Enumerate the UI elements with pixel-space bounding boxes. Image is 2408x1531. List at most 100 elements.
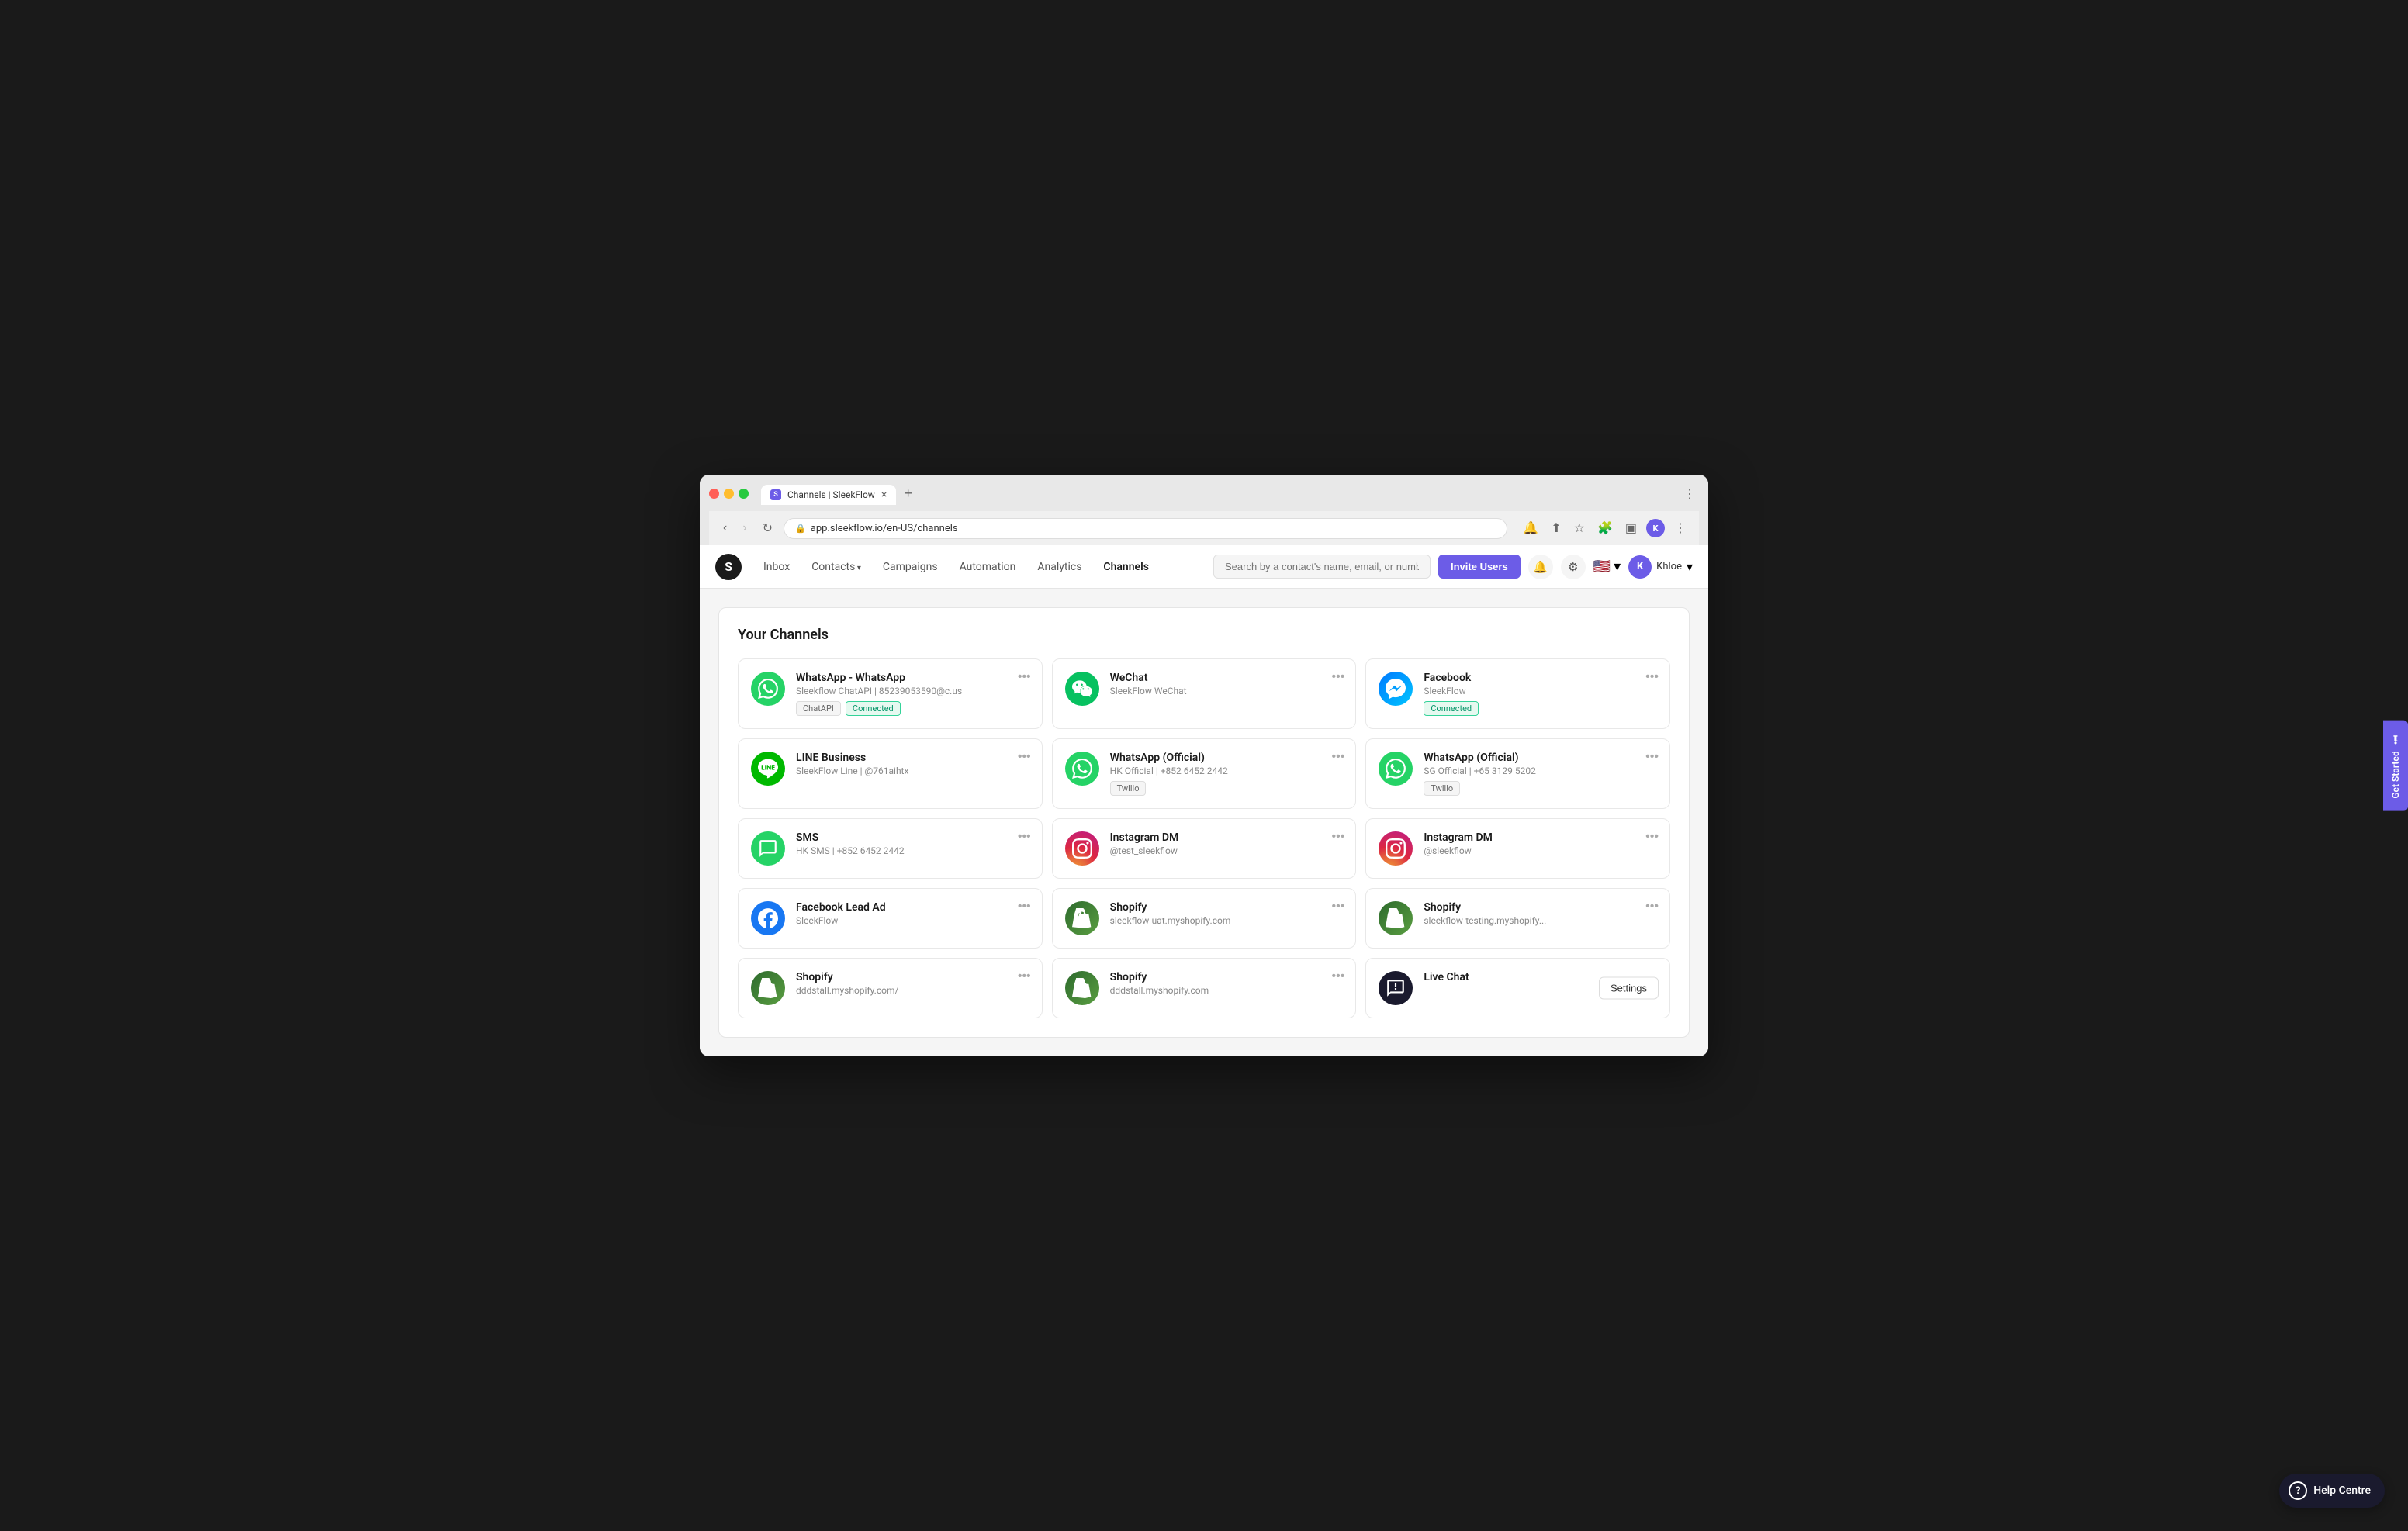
get-started-label: Get Started [2390,751,2401,798]
forward-button[interactable]: › [738,520,751,537]
browser-menu-button[interactable]: ⋮ [1680,483,1699,505]
notifications-icon[interactable]: 🔔 [1520,517,1541,539]
channel-name: SMS [796,831,1029,844]
back-button[interactable]: ‹ [718,520,732,537]
channel-icon-shopify [751,971,785,1005]
user-menu-button[interactable]: K Khloe ▾ [1628,555,1693,579]
chrome-menu-icon[interactable]: ⋮ [1671,517,1690,539]
channel-menu-button[interactable]: ••• [1332,900,1345,914]
get-started-button[interactable]: Get Started ℹ [2383,720,2408,810]
channel-sub: sleekflow-testing.myshopify... [1424,915,1657,926]
notification-bell-button[interactable]: 🔔 [1528,555,1553,579]
channel-info-instagram-sleekflow: Instagram DM @sleekflow [1424,831,1657,861]
search-input[interactable] [1213,555,1431,579]
chrome-user-avatar[interactable]: K [1646,519,1665,537]
channel-badges: Connected [1424,701,1657,716]
maximize-button[interactable] [739,489,749,499]
language-flag-button[interactable]: 🇺🇸 ▾ [1593,558,1621,575]
channel-sub: @sleekflow [1424,845,1657,856]
nav-links: Inbox Contacts Campaigns Automation Anal… [754,555,1213,579]
top-nav: S Inbox Contacts Campaigns Automation An… [700,545,1708,589]
share-icon[interactable]: ⬆ [1548,517,1564,539]
channel-badges: Twilio [1110,781,1344,796]
address-bar[interactable]: 🔒 app.sleekflow.io/en-US/channels [784,518,1507,539]
channel-menu-button[interactable]: ••• [1018,969,1031,983]
badge-connected: Connected [1424,701,1479,716]
channel-icon-line [751,752,785,786]
browser-top-bar: S Channels | SleekFlow × + ⋮ [709,482,1699,505]
channel-info-shopify-uat: Shopify sleekflow-uat.myshopify.com [1110,901,1344,931]
settings-gear-button[interactable]: ⚙ [1561,555,1586,579]
nav-channels[interactable]: Channels [1094,555,1158,579]
refresh-button[interactable]: ↻ [758,519,777,537]
channel-name: Instagram DM [1424,831,1657,844]
channel-name: WhatsApp (Official) [1424,752,1657,764]
channel-menu-button[interactable]: ••• [1018,750,1031,764]
browser-actions: 🔔 ⬆ ☆ 🧩 ▣ K ⋮ [1520,517,1690,539]
nav-analytics[interactable]: Analytics [1028,555,1091,579]
channel-info-sms: SMS HK SMS | +852 6452 2442 [796,831,1029,861]
channel-icon-whatsapp [751,672,785,706]
channel-menu-button[interactable]: ••• [1645,900,1659,914]
channel-menu-button[interactable]: ••• [1645,830,1659,844]
channel-sub: SleekFlow [1424,686,1657,696]
minimize-button[interactable] [724,489,734,499]
channel-info-wechat: WeChat SleekFlow WeChat [1110,672,1344,701]
main-content: Your Channels WhatsApp - WhatsApp Sleekf… [700,589,1708,1056]
channel-name: LINE Business [796,752,1029,764]
channel-menu-button[interactable]: ••• [1645,670,1659,684]
channel-settings-button[interactable]: Settings [1599,977,1659,1000]
channel-card-livechat: Live Chat Settings [1365,958,1670,1018]
channel-menu-button[interactable]: ••• [1332,969,1345,983]
channel-name: Shopify [796,971,1029,983]
channel-menu-button[interactable]: ••• [1018,900,1031,914]
extensions-icon[interactable]: 🧩 [1594,517,1616,539]
channel-name: Facebook Lead Ad [796,901,1029,914]
channel-card-whatsapp-hk: WhatsApp (Official) HK Official | +852 6… [1052,738,1357,809]
tab-groups-icon[interactable]: ▣ [1622,517,1640,539]
channel-name: Instagram DM [1110,831,1344,844]
channel-menu-button[interactable]: ••• [1332,670,1345,684]
new-tab-button[interactable]: + [898,482,919,505]
bookmark-icon[interactable]: ☆ [1571,517,1588,539]
channel-icon-whatsapp [1065,752,1099,786]
channel-menu-button[interactable]: ••• [1332,830,1345,844]
channel-badges: Twilio [1424,781,1657,796]
channel-card-facebook: Facebook SleekFlow Connected ••• [1365,658,1670,729]
channel-sub: HK Official | +852 6452 2442 [1110,766,1344,776]
channels-page-card: Your Channels WhatsApp - WhatsApp Sleekf… [718,607,1690,1038]
channel-icon-instagram [1379,831,1413,866]
nav-automation[interactable]: Automation [950,555,1026,579]
channel-icon-wechat [1065,672,1099,706]
badge-chatapi: ChatAPI [796,701,841,716]
user-avatar: K [1628,555,1652,579]
browser-chrome: S Channels | SleekFlow × + ⋮ ‹ › ↻ 🔒 app… [700,475,1708,545]
channel-menu-button[interactable]: ••• [1645,750,1659,764]
nav-campaigns[interactable]: Campaigns [874,555,947,579]
channel-menu-button[interactable]: ••• [1018,670,1031,684]
channel-name: Shopify [1424,901,1657,914]
tab-close-icon[interactable]: × [881,489,887,500]
help-centre-button[interactable]: ? Help Centre [2279,1474,2385,1508]
channel-info-shopify-ddd1: Shopify dddstall.myshopify.com/ [796,971,1029,1001]
close-button[interactable] [709,489,719,499]
invite-users-button[interactable]: Invite Users [1438,555,1521,579]
channel-info-instagram-test: Instagram DM @test_sleekflow [1110,831,1344,861]
help-question-icon: ? [2289,1481,2307,1500]
channel-info-whatsapp-sg: WhatsApp (Official) SG Official | +65 31… [1424,752,1657,796]
channel-card-shopify-testing: Shopify sleekflow-testing.myshopify... •… [1365,888,1670,949]
nav-inbox[interactable]: Inbox [754,555,799,579]
app-logo[interactable]: S [715,554,742,580]
channel-icon-livechat [1379,971,1413,1005]
channel-icon-instagram [1065,831,1099,866]
nav-contacts[interactable]: Contacts [802,555,870,579]
channel-sub: HK SMS | +852 6452 2442 [796,845,1029,856]
flag-icon: 🇺🇸 [1593,558,1611,575]
channel-name: Facebook [1424,672,1657,684]
channel-info-shopify-testing: Shopify sleekflow-testing.myshopify... [1424,901,1657,931]
active-tab[interactable]: S Channels | SleekFlow × [761,485,896,505]
channel-menu-button[interactable]: ••• [1018,830,1031,844]
channel-menu-button[interactable]: ••• [1332,750,1345,764]
channel-info-facebook-lead: Facebook Lead Ad SleekFlow [796,901,1029,931]
channel-icon-facebook-messenger [1379,672,1413,706]
